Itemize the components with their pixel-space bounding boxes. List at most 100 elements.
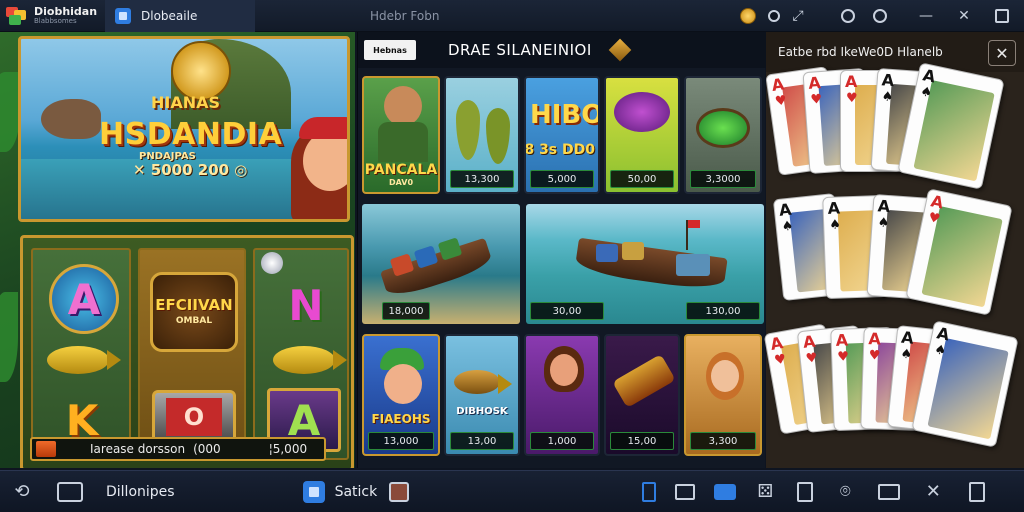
tile-title: FIAEOHS bbox=[371, 412, 431, 426]
close-window-icon[interactable]: ✕ bbox=[950, 0, 978, 32]
game-tile[interactable]: 3,3000 bbox=[684, 76, 762, 194]
brand-text: Diobhidan Blabbsomes bbox=[34, 6, 97, 25]
explorer-character bbox=[384, 86, 422, 126]
credit-value: ¦5,000 bbox=[268, 442, 308, 456]
slot-machine: A K EFCIIVAN OMBAL O N A bbox=[20, 235, 354, 468]
banner-title: HSDANDIA bbox=[99, 117, 283, 152]
boat-leaf-icon bbox=[486, 108, 510, 164]
download-icon[interactable] bbox=[866, 0, 894, 32]
game-tile[interactable]: 18,000 bbox=[362, 204, 520, 324]
bet-value: (000 bbox=[193, 442, 221, 456]
back-icon[interactable]: ⟲ bbox=[8, 478, 36, 506]
fish-icon bbox=[454, 370, 512, 394]
tile-label: 3,3000 bbox=[690, 170, 756, 188]
character-face bbox=[384, 364, 422, 404]
flag-icon bbox=[688, 220, 700, 228]
leaf-decoration bbox=[0, 292, 18, 382]
plate-symbol: O bbox=[152, 390, 236, 444]
tile-title: HIBOS bbox=[530, 100, 598, 130]
card-rank: A bbox=[827, 198, 841, 218]
settings-icon[interactable] bbox=[834, 0, 862, 32]
spin-button[interactable] bbox=[36, 441, 56, 457]
plate-letter: O bbox=[166, 398, 222, 436]
pearl-icon bbox=[261, 252, 283, 274]
game-banner[interactable]: HIANAS HSDANDIA PNDAJPAS ✕ 5000 200 ◎ bbox=[18, 36, 350, 222]
game-tile[interactable]: 30,00 130,00 bbox=[526, 204, 764, 324]
home-icon[interactable] bbox=[56, 478, 84, 506]
brand-subtitle: Blabbsomes bbox=[34, 17, 77, 25]
tile-caption: 8 3s DD0 0-30 0 bbox=[524, 142, 598, 158]
tile-label: 5,000 bbox=[530, 170, 594, 188]
tile-title: PANCALA bbox=[364, 162, 438, 178]
rotate-icon[interactable] bbox=[963, 478, 991, 506]
camera-icon[interactable] bbox=[711, 478, 739, 506]
record-icon[interactable] bbox=[762, 0, 786, 32]
banner-subtitle: HIANAS bbox=[151, 93, 221, 112]
coin-icon[interactable] bbox=[734, 0, 762, 32]
document-icon[interactable] bbox=[791, 478, 819, 506]
reel-3[interactable]: N A bbox=[253, 248, 349, 460]
spade-icon: ♠ bbox=[881, 89, 894, 106]
gold-coin-icon bbox=[171, 41, 231, 101]
game-tile[interactable]: HIBOS 8 3s DD0 0-30 0 5,000 bbox=[524, 76, 600, 194]
app-label[interactable]: Dillonipes bbox=[106, 484, 175, 500]
lobby-logo[interactable]: Hebnas bbox=[364, 40, 416, 60]
game-tile[interactable]: FIAEOHS 13,000 bbox=[362, 334, 440, 456]
reel-1[interactable]: A K bbox=[31, 248, 131, 460]
monkey-graphic bbox=[41, 99, 101, 139]
emulator-window: Diobhidan Blabbsomes Dlobeaile Hdebr Fob… bbox=[0, 0, 1024, 512]
scissors-icon[interactable]: ✕ bbox=[919, 478, 947, 506]
leaf-decoration bbox=[0, 72, 20, 152]
shake-icon[interactable]: ⚄ bbox=[751, 478, 779, 506]
location-icon[interactable]: ⌾ bbox=[831, 478, 859, 506]
game-tile[interactable]: 13,300 bbox=[444, 76, 520, 194]
card-rank: A bbox=[877, 196, 891, 217]
tile-label: 50,00 bbox=[610, 170, 674, 188]
heart-icon: ♥ bbox=[846, 91, 858, 106]
title-bar: Diobhidan Blabbsomes Dlobeaile Hdebr Fob… bbox=[0, 0, 1024, 32]
tile-label: 13,00 bbox=[450, 432, 514, 450]
fullscreen-icon[interactable] bbox=[988, 0, 1016, 32]
symbol-n: N bbox=[288, 280, 324, 330]
tile-label: 3,300 bbox=[690, 432, 756, 450]
close-button[interactable]: ✕ bbox=[988, 40, 1016, 66]
tile-label: 18,000 bbox=[382, 302, 430, 320]
expand-icon[interactable]: ⤢ bbox=[786, 0, 810, 32]
gem-icon[interactable] bbox=[608, 38, 632, 62]
spade-icon: ♠ bbox=[828, 217, 842, 233]
brand[interactable]: Diobhidan Blabbsomes bbox=[0, 0, 105, 32]
screenshot-icon[interactable] bbox=[635, 478, 663, 506]
boat-leaf-icon bbox=[456, 100, 480, 160]
active-app-label[interactable]: Satick bbox=[335, 484, 378, 500]
character-face bbox=[711, 360, 739, 392]
tile-title: DIBHOSK bbox=[456, 406, 508, 417]
game-tile[interactable]: DIBHOSK 13,00 bbox=[444, 334, 520, 456]
card-game-panel: Eatbe rbd IkeWe0D Hlanelb ✕ A ♥ A ♥ A ♥ A ♠ A ♠ A ♠… bbox=[763, 32, 1024, 468]
game-tile[interactable]: 15,00 bbox=[604, 334, 680, 456]
tile-label: 130,00 bbox=[686, 302, 760, 320]
green-egg-icon bbox=[696, 108, 750, 148]
tile-label: 1,000 bbox=[530, 432, 594, 450]
game-tile[interactable]: PANCALA DAV0 bbox=[362, 76, 440, 194]
bet-text: Iarease dorsson bbox=[90, 442, 186, 456]
game-tile[interactable]: 3,300 bbox=[684, 334, 762, 456]
reel-2[interactable]: EFCIIVAN OMBAL O bbox=[138, 248, 246, 460]
window-controls: ⤢ — ✕ bbox=[734, 0, 1024, 32]
character-woman bbox=[291, 105, 347, 219]
image-icon[interactable] bbox=[671, 478, 699, 506]
media-icon[interactable] bbox=[385, 478, 413, 506]
screen-icon[interactable] bbox=[875, 478, 903, 506]
lobby-header: Hebnas DRAE SILANEINIOI bbox=[358, 32, 766, 68]
tab-active[interactable]: Dlobeaile bbox=[105, 0, 255, 32]
tile-label: 15,00 bbox=[610, 432, 674, 450]
app-taskbar-icon[interactable] bbox=[302, 480, 325, 503]
game-tile[interactable]: 50,00 bbox=[604, 76, 680, 194]
minimize-icon[interactable]: — bbox=[912, 0, 940, 32]
slot-control-bar: Iarease dorsson (000 ¦5,000 bbox=[30, 437, 326, 461]
slot-game-panel: HIANAS HSDANDIA PNDAJPAS ✕ 5000 200 ◎ A … bbox=[0, 32, 355, 468]
banner-prize: ✕ 5000 200 ◎ bbox=[133, 161, 248, 179]
cargo-graphic bbox=[596, 244, 618, 262]
taskbar: ⟲ Dillonipes Satick ⚄ ⌾ ✕ bbox=[0, 470, 1024, 512]
game-tile[interactable]: 1,000 bbox=[524, 334, 600, 456]
heart-icon: ♥ bbox=[868, 348, 881, 364]
